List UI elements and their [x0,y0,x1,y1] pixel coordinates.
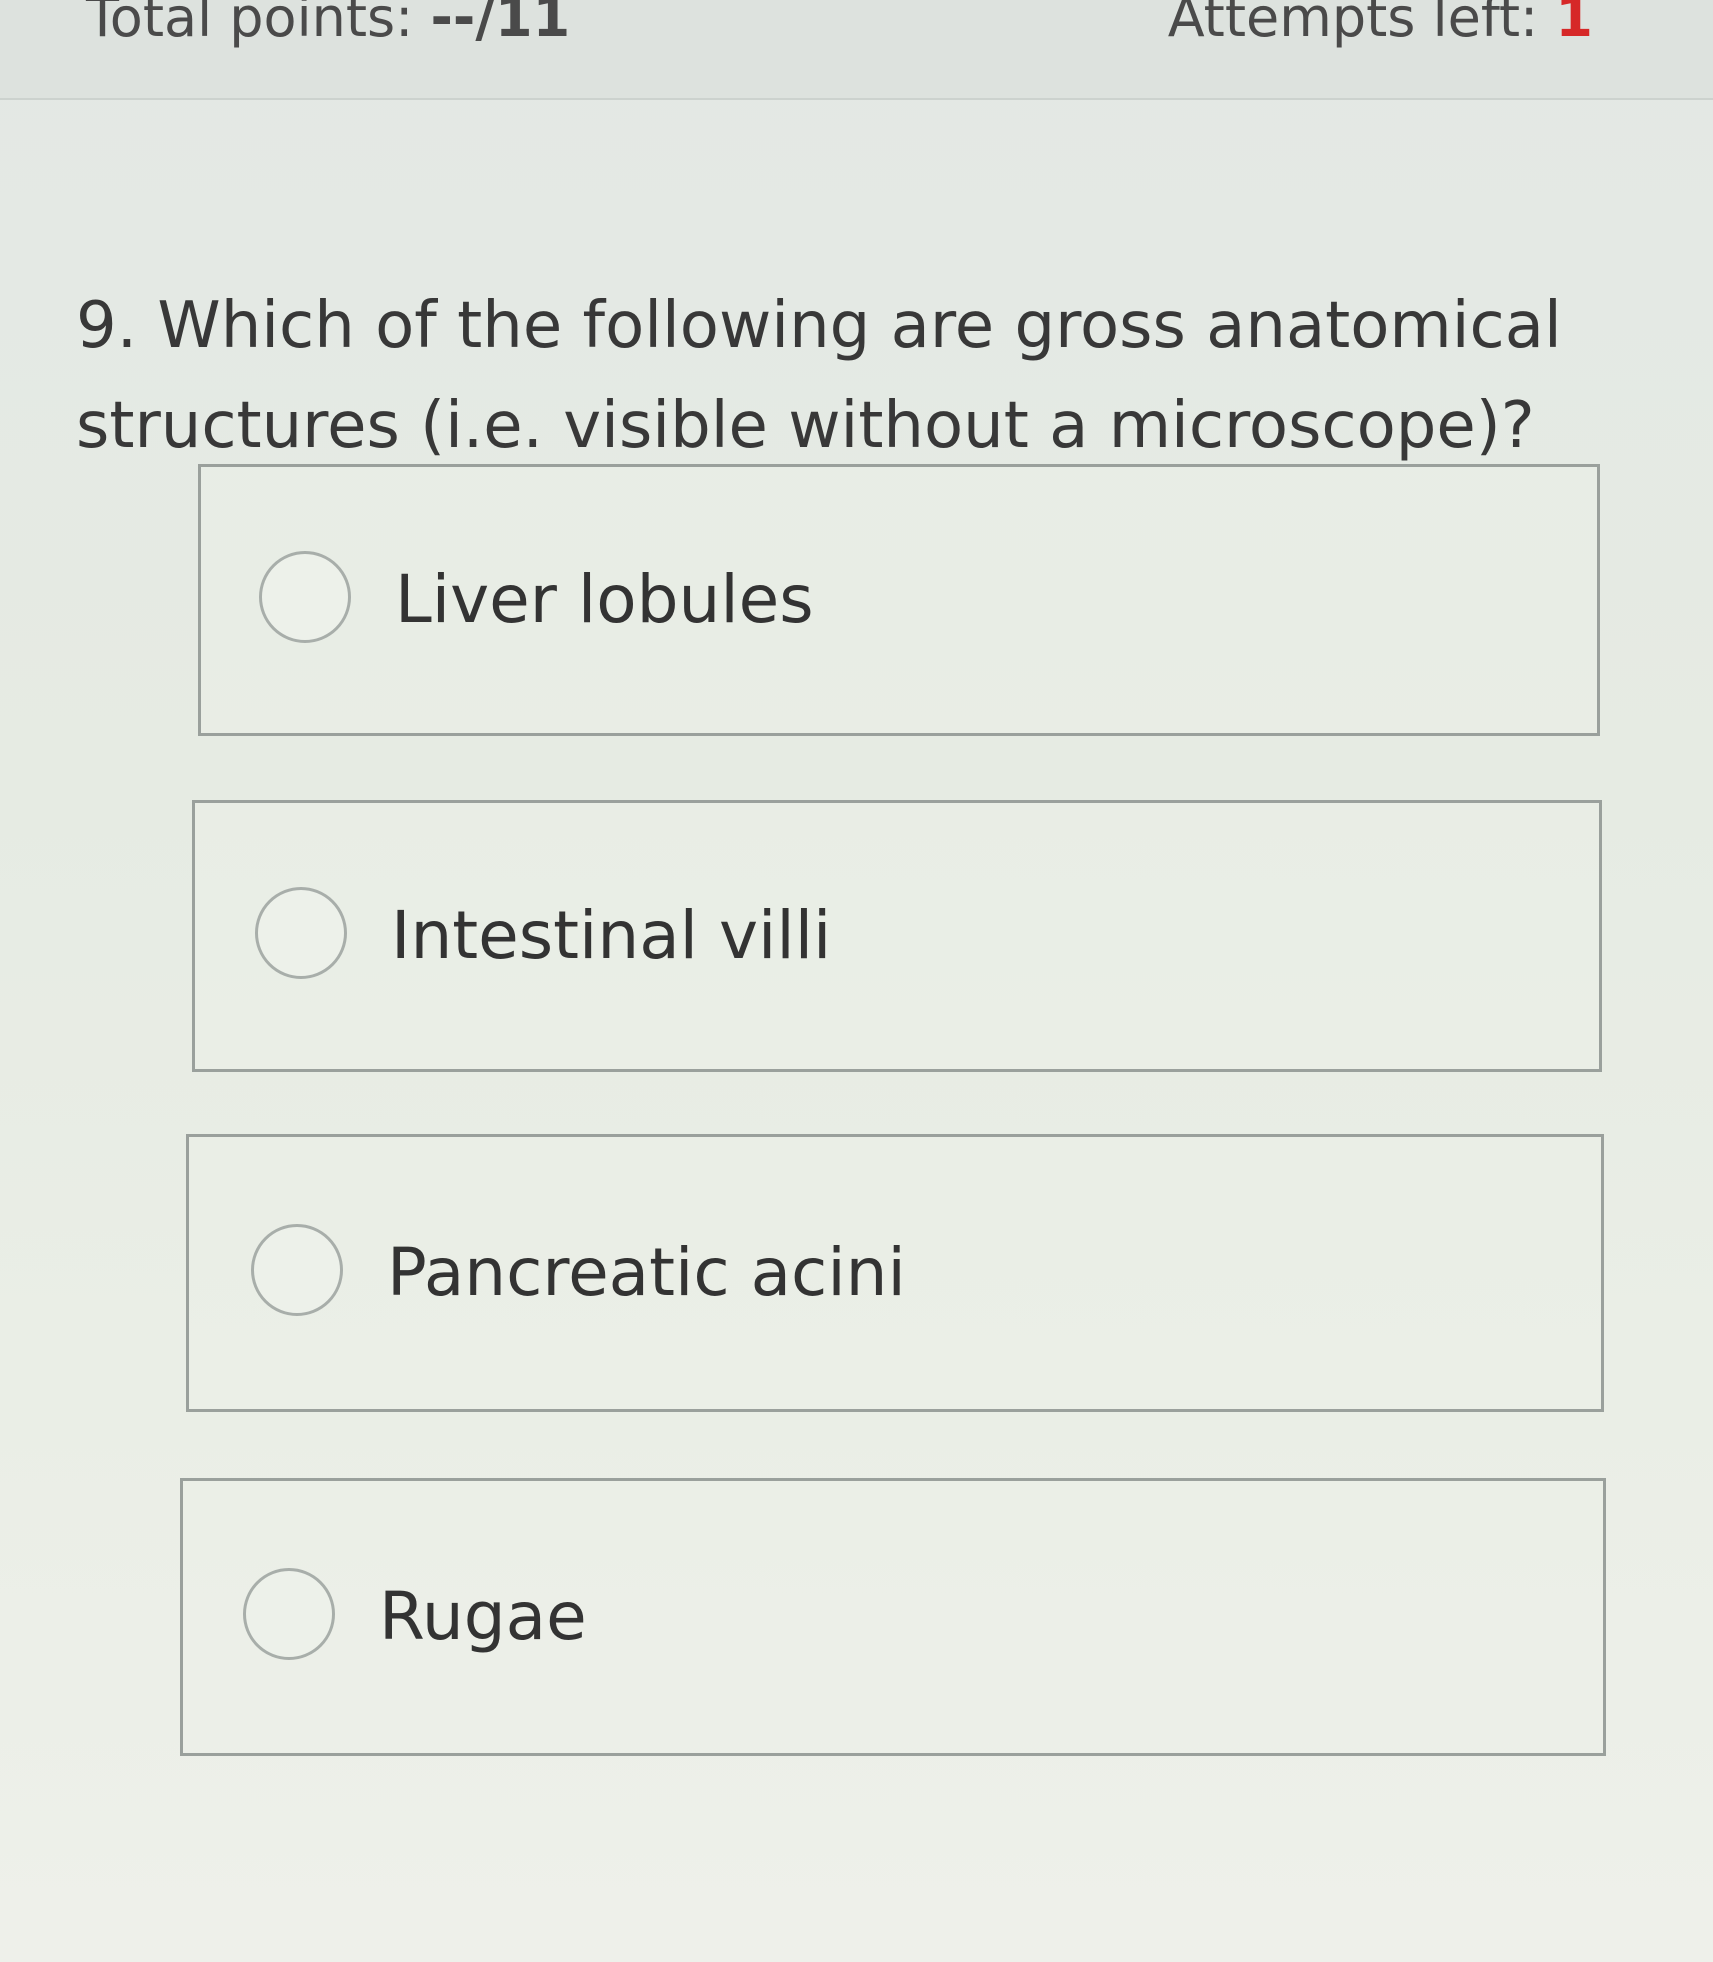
quiz-header: Total points: --/11 Attempts left: 1 [0,0,1713,100]
radio-button[interactable] [255,887,347,979]
radio-button[interactable] [251,1224,343,1316]
attempts-left-value: 1 [1555,0,1593,49]
radio-button[interactable] [243,1568,335,1660]
attempts-left-label: Attempts left: [1167,0,1556,49]
answer-option-intestinal-villi[interactable]: Intestinal villi [192,800,1602,1072]
total-points: Total points: --/11 [86,0,570,49]
total-points-label: Total points: [86,0,431,49]
attempts-left: Attempts left: 1 [1168,0,1593,49]
answer-option-pancreatic-acini[interactable]: Pancreatic acini [186,1134,1604,1412]
answer-option-rugae[interactable]: Rugae [180,1478,1606,1756]
question-text: 9. Which of the following are gross anat… [76,289,1562,463]
option-label: Rugae [379,1578,587,1655]
option-label: Intestinal villi [391,897,832,974]
option-label: Pancreatic acini [387,1234,906,1311]
total-points-value: --/11 [430,0,571,49]
radio-button[interactable] [259,551,351,643]
answer-option-liver-lobules[interactable]: Liver lobules [198,464,1600,736]
option-label: Liver lobules [395,561,814,638]
